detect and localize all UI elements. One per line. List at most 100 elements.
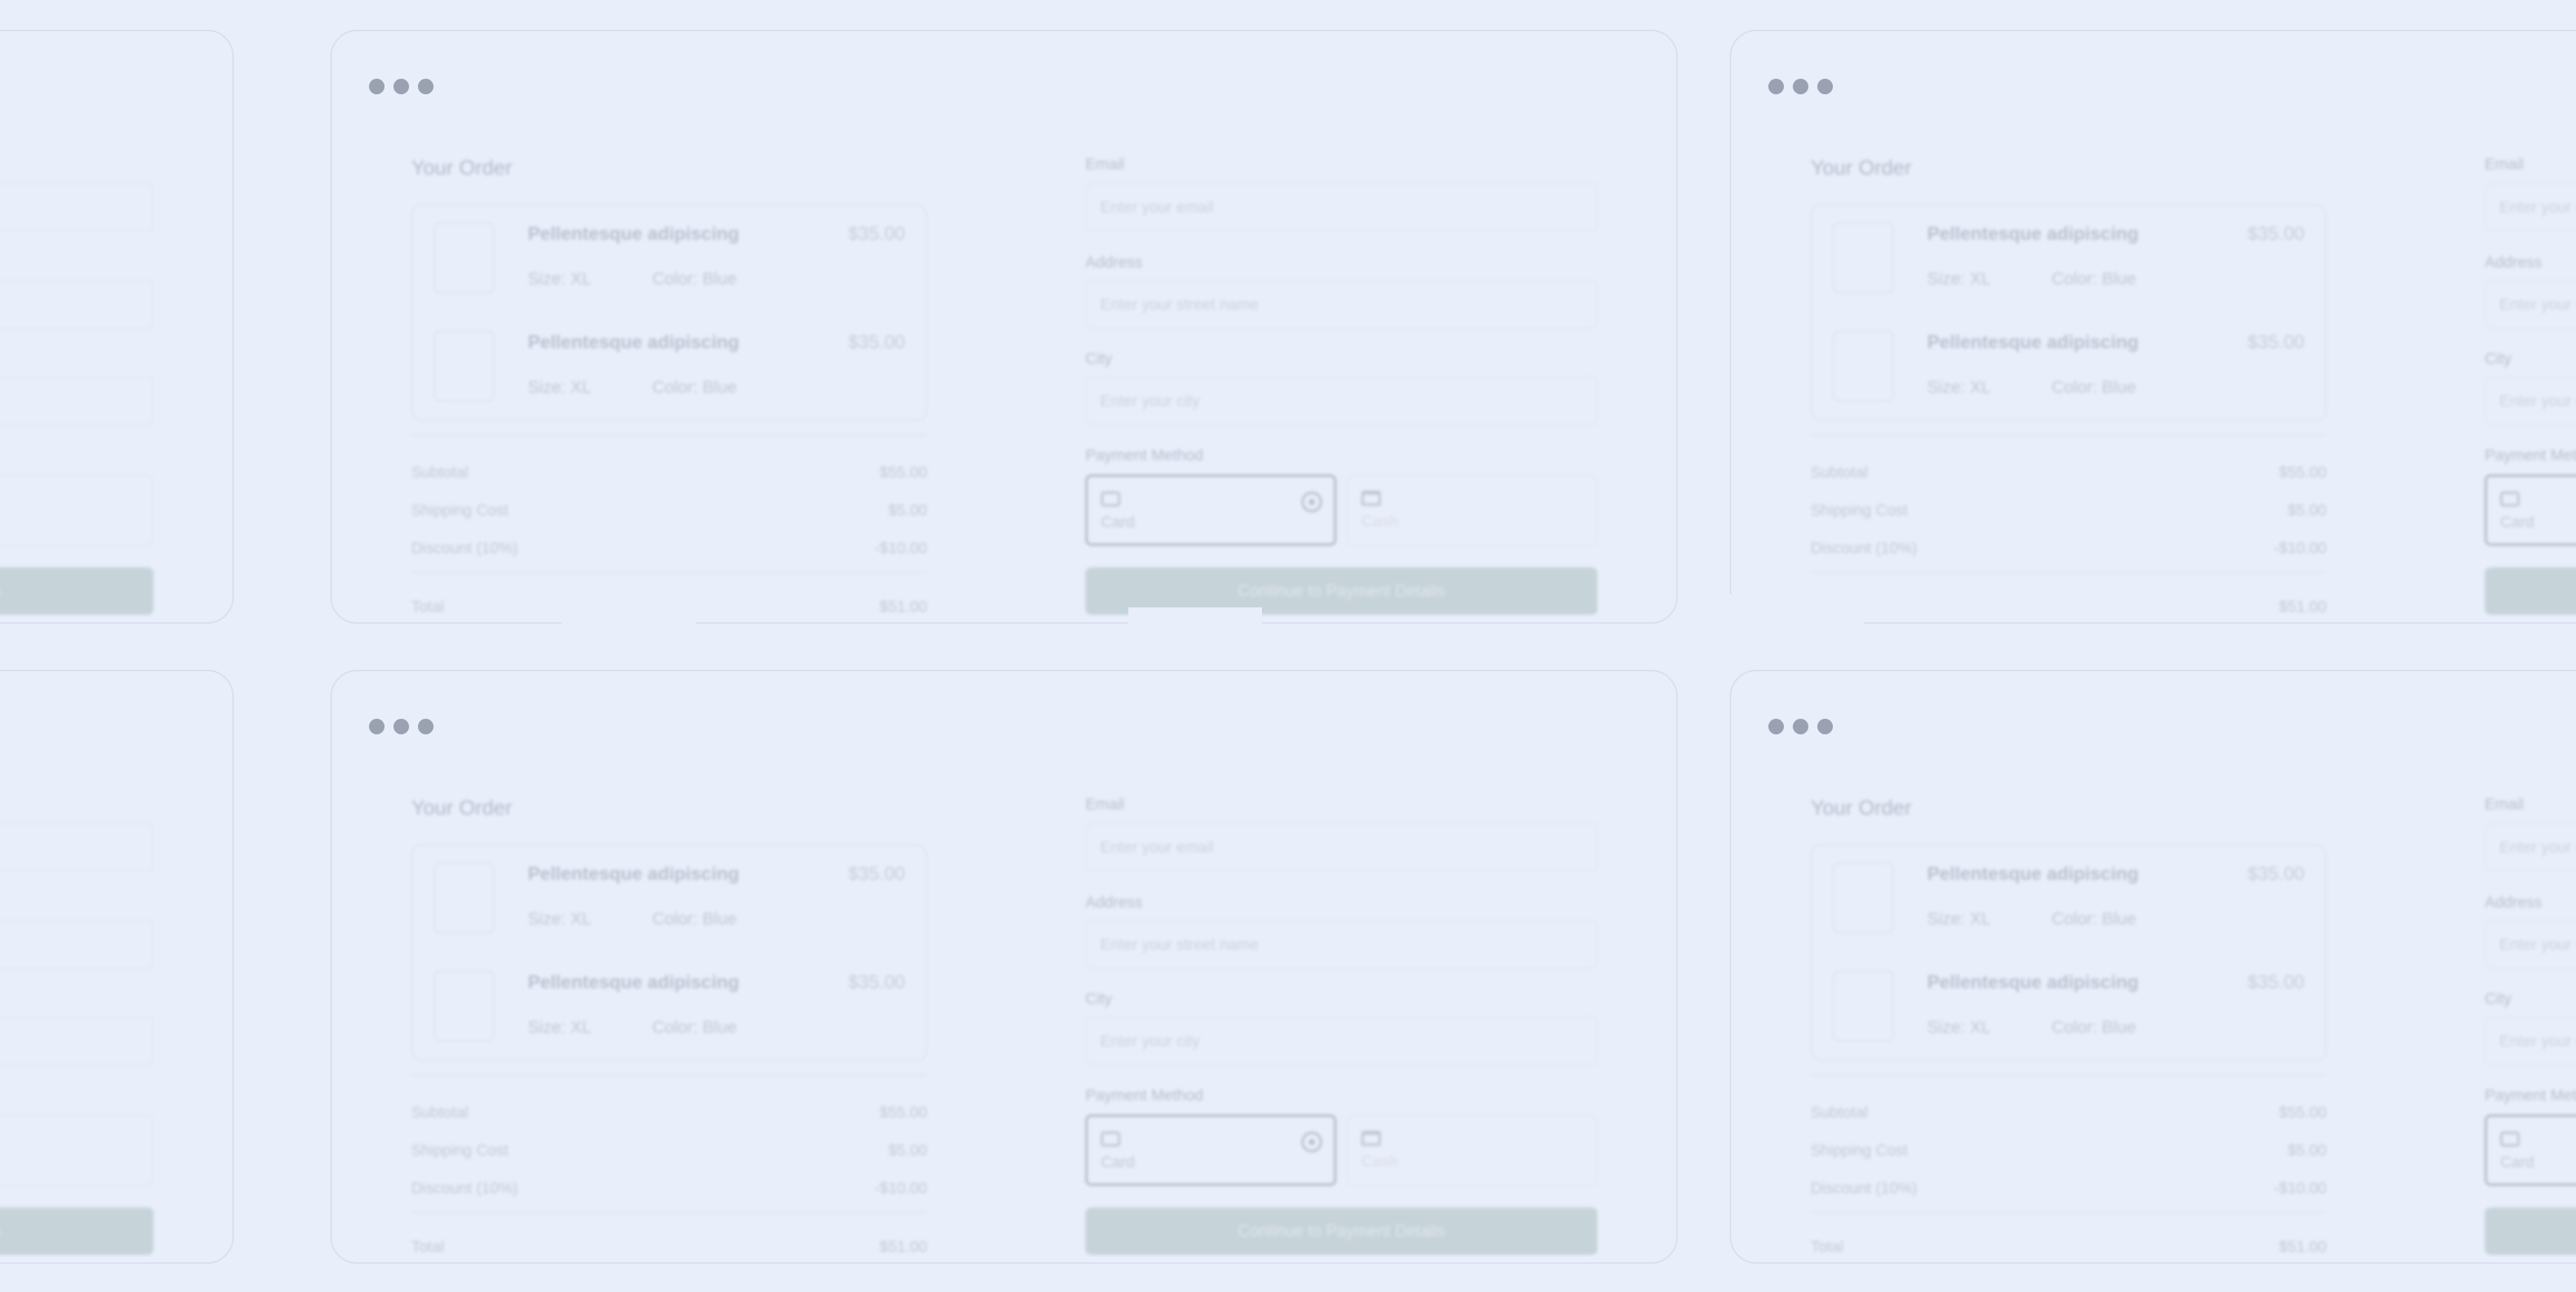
payment-option-label: Cash bbox=[1361, 1153, 1399, 1170]
continue-to-payment-button[interactable]: Continue to Payment Details bbox=[1085, 1207, 1598, 1255]
product-thumbnail bbox=[1833, 970, 1894, 1042]
list-item[interactable]: Pellentesque adipiscing $35.00 Size: XL … bbox=[413, 954, 926, 1063]
payment-option-cash[interactable]: Cash bbox=[0, 474, 154, 546]
address-field[interactable]: Enter your street name bbox=[1085, 280, 1598, 329]
continue-to-payment-button[interactable]: Continue to Payment Details bbox=[2485, 567, 2576, 615]
product-meta: Size: XL Color: Blue bbox=[528, 1017, 736, 1037]
color-value: Blue bbox=[702, 909, 737, 928]
city-field[interactable]: Enter your city bbox=[2485, 376, 2576, 425]
size-value: XL bbox=[570, 269, 591, 288]
list-item[interactable]: Pellentesque adipiscing $35.00 Size: XL … bbox=[1812, 954, 2325, 1063]
payment-option-card[interactable]: Card bbox=[2485, 474, 2576, 546]
total-row: Total $51.00 bbox=[1811, 1239, 2327, 1256]
checkout-window: Your Order Pellentesque adipiscing $35.0… bbox=[0, 30, 234, 624]
subtotal-row: Subtotal $55.00 bbox=[1811, 464, 2327, 482]
list-item[interactable]: Pellentesque adipiscing $35.00 Size: XL … bbox=[1812, 314, 2325, 422]
payment-option-card[interactable]: Card bbox=[2485, 1115, 2576, 1186]
payment-method-label: Payment Method bbox=[1085, 1087, 1203, 1104]
color-label: Color: bbox=[652, 377, 698, 397]
address-label: Address bbox=[2485, 254, 2543, 271]
size-value: XL bbox=[1969, 909, 1990, 928]
size-label: Size: bbox=[1927, 909, 1966, 928]
shipping-label: Shipping Cost bbox=[1811, 502, 1908, 519]
city-field[interactable]: Enter your city bbox=[0, 1017, 154, 1066]
subtotal-label: Subtotal bbox=[1811, 464, 1869, 481]
address-label: Address bbox=[1085, 254, 1143, 271]
shipping-value: $5.00 bbox=[2287, 1142, 2327, 1159]
list-item[interactable]: Pellentesque adipiscing $35.00 Size: XL … bbox=[1812, 206, 2325, 314]
product-name: Pellentesque adipiscing bbox=[528, 224, 739, 244]
discount-value: -$10.00 bbox=[2273, 540, 2327, 557]
color-label: Color: bbox=[2051, 909, 2097, 928]
city-field[interactable]: Enter your city bbox=[1085, 376, 1598, 425]
payment-option-card[interactable]: Card bbox=[1085, 474, 1336, 546]
order-items-list: Pellentesque adipiscing $35.00 Size: XL … bbox=[1811, 204, 2327, 421]
subtotal-value: $55.00 bbox=[879, 464, 927, 481]
email-field[interactable]: Enter your email bbox=[0, 823, 154, 872]
size-label: Size: bbox=[528, 1017, 566, 1037]
product-meta: Size: XL Color: Blue bbox=[1927, 377, 2136, 397]
card-icon bbox=[2500, 492, 2520, 506]
color-value: Blue bbox=[702, 269, 737, 288]
continue-to-payment-button[interactable]: Continue to Payment Details bbox=[0, 567, 154, 615]
address-field[interactable]: Enter your street name bbox=[1085, 920, 1598, 969]
email-field[interactable]: Enter your email bbox=[1085, 823, 1598, 872]
background-gap bbox=[1128, 607, 1262, 659]
city-label: City bbox=[2485, 991, 2512, 1008]
total-value: $51.00 bbox=[879, 598, 927, 616]
email-field[interactable]: Enter your email bbox=[2485, 183, 2576, 232]
discount-value: -$10.00 bbox=[874, 1180, 927, 1197]
color-label: Color: bbox=[652, 909, 698, 928]
product-price: $35.00 bbox=[848, 332, 905, 353]
address-field[interactable]: Enter your street name bbox=[2485, 280, 2576, 329]
shipping-value: $5.00 bbox=[2287, 502, 2327, 519]
city-field[interactable]: Enter your city bbox=[0, 376, 154, 425]
size-value: XL bbox=[570, 377, 591, 397]
payment-option-cash[interactable]: Cash bbox=[0, 1115, 154, 1186]
email-field[interactable]: Enter your email bbox=[0, 183, 154, 232]
product-name: Pellentesque adipiscing bbox=[528, 972, 739, 993]
city-field[interactable]: Enter your city bbox=[2485, 1017, 2576, 1066]
product-thumbnail bbox=[1833, 330, 1894, 402]
payment-method-label: Payment Method bbox=[1085, 447, 1203, 464]
address-field[interactable]: Enter your street name bbox=[2485, 920, 2576, 969]
payment-option-label: Cash bbox=[1361, 513, 1399, 530]
payment-option-cash[interactable]: Cash bbox=[1347, 474, 1598, 546]
payment-option-cash[interactable]: Cash bbox=[1347, 1115, 1598, 1186]
color-label: Color: bbox=[652, 269, 698, 288]
discount-row: Discount (10%) -$10.00 bbox=[1811, 540, 2327, 558]
payment-option-card[interactable]: Card bbox=[1085, 1115, 1336, 1186]
discount-row: Discount (10%) -$10.00 bbox=[1811, 1180, 2327, 1198]
size-label: Size: bbox=[1927, 377, 1966, 397]
address-field[interactable]: Enter your street name bbox=[0, 920, 154, 969]
city-label: City bbox=[1085, 350, 1113, 368]
address-label: Address bbox=[2485, 894, 2543, 911]
list-item[interactable]: Pellentesque adipiscing $35.00 Size: XL … bbox=[413, 846, 926, 954]
list-item[interactable]: Pellentesque adipiscing $35.00 Size: XL … bbox=[413, 314, 926, 422]
checkout-content: Your Order Pellentesque adipiscing $35.0… bbox=[1731, 671, 2576, 1262]
divider bbox=[411, 1212, 927, 1213]
total-row: Total $51.00 bbox=[1811, 598, 2327, 616]
product-meta: Size: XL Color: Blue bbox=[1927, 269, 2136, 289]
email-field[interactable]: Enter your email bbox=[2485, 823, 2576, 872]
payment-option-label: Card bbox=[1101, 514, 1135, 531]
email-label: Email bbox=[1085, 796, 1125, 813]
city-field[interactable]: Enter your city bbox=[1085, 1017, 1598, 1066]
size-label: Size: bbox=[1927, 269, 1966, 288]
list-item[interactable]: Pellentesque adipiscing $35.00 Size: XL … bbox=[1812, 846, 2325, 954]
continue-to-payment-button[interactable]: Continue to Payment Details bbox=[2485, 1207, 2576, 1255]
product-price: $35.00 bbox=[848, 972, 905, 993]
shipping-value: $5.00 bbox=[888, 502, 927, 519]
size-value: XL bbox=[570, 1017, 591, 1037]
shipping-value: $5.00 bbox=[888, 1142, 927, 1159]
payment-option-label: Card bbox=[2500, 1154, 2534, 1171]
address-field[interactable]: Enter your street name bbox=[0, 280, 154, 329]
checkout-window: Your Order Pellentesque adipiscing $35.0… bbox=[330, 670, 1678, 1264]
radio-selected-icon[interactable] bbox=[1301, 492, 1322, 512]
email-field[interactable]: Enter your email bbox=[1085, 183, 1598, 232]
list-item[interactable]: Pellentesque adipiscing $35.00 Size: XL … bbox=[413, 206, 926, 314]
continue-to-payment-button[interactable]: Continue to Payment Details bbox=[0, 1207, 154, 1255]
radio-selected-icon[interactable] bbox=[1301, 1132, 1322, 1152]
discount-label: Discount (10%) bbox=[1811, 1180, 1918, 1197]
checkout-window: Your Order Pellentesque adipiscing $35.0… bbox=[1730, 30, 2576, 624]
